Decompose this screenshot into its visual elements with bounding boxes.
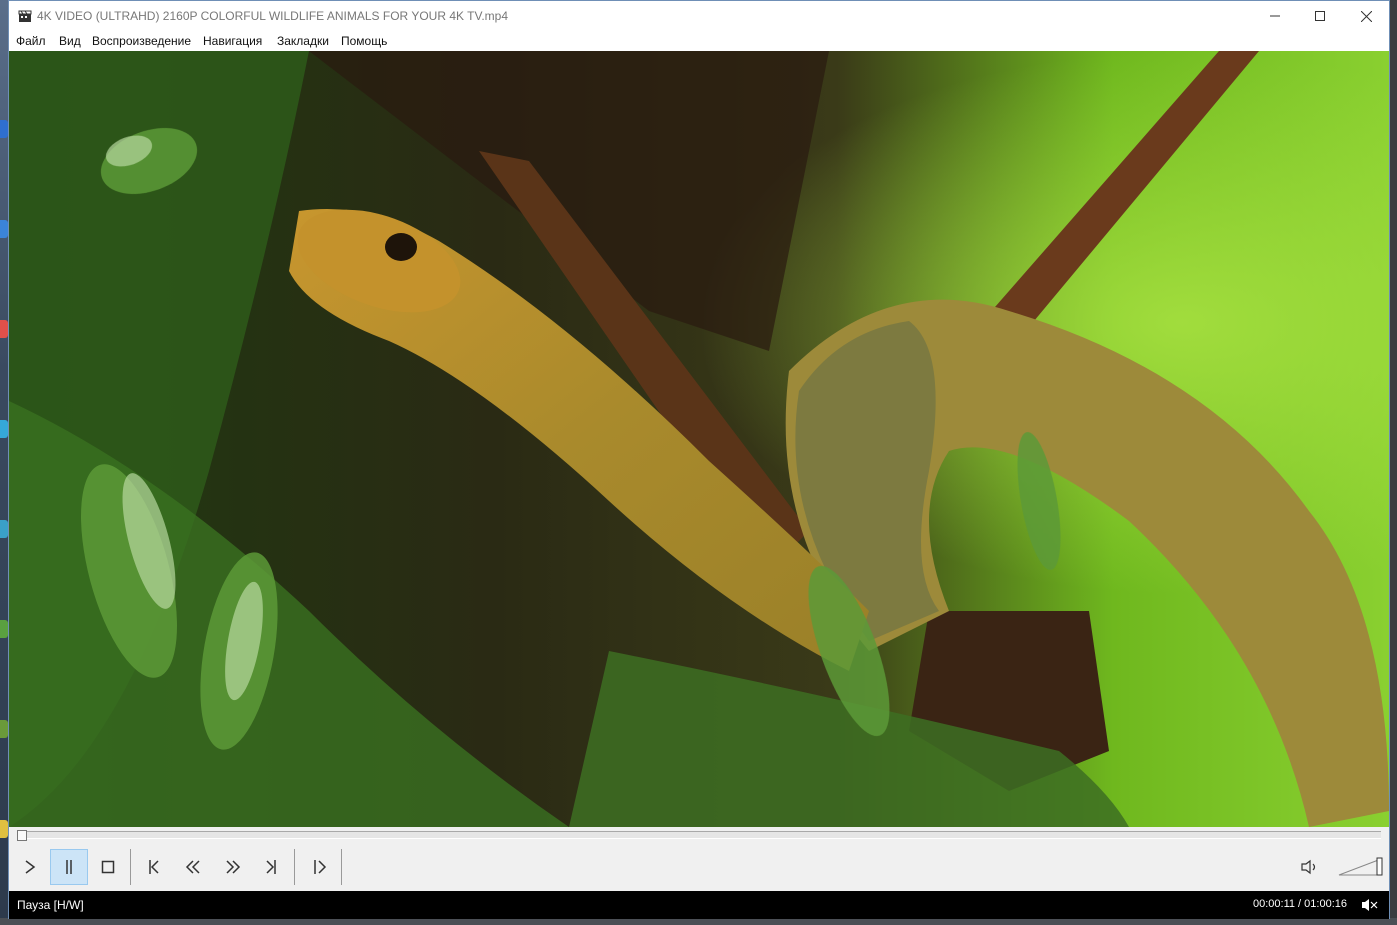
desktop-icon[interactable] bbox=[0, 420, 8, 438]
status-bar: Пауза [H/W] 00:00:11 / 01:00:16 bbox=[9, 891, 1389, 919]
desktop-icon[interactable] bbox=[0, 320, 8, 338]
menu-navigation[interactable]: Навигация bbox=[203, 34, 262, 48]
separator bbox=[294, 849, 295, 885]
menu-help[interactable]: Помощь bbox=[341, 34, 387, 48]
time-display: 00:00:11 / 01:00:16 bbox=[1253, 898, 1347, 910]
player-window: 4K VIDEO (ULTRAHD) 2160P COLORFUL WILDLI… bbox=[8, 0, 1390, 919]
desktop-icon[interactable] bbox=[0, 220, 8, 238]
minimize-button[interactable] bbox=[1252, 1, 1298, 31]
menu-view[interactable]: Вид bbox=[59, 34, 81, 48]
separator bbox=[341, 849, 342, 885]
desktop-icon[interactable] bbox=[0, 820, 8, 838]
desktop-icon[interactable] bbox=[0, 120, 8, 138]
stop-icon bbox=[101, 860, 115, 874]
skip-forward-icon bbox=[266, 860, 276, 874]
rewind-button[interactable] bbox=[174, 849, 212, 885]
maximize-button[interactable] bbox=[1297, 1, 1343, 31]
menu-bookmarks[interactable]: Закладки bbox=[277, 34, 329, 48]
taskbar-edge bbox=[0, 918, 1397, 925]
desktop-icon[interactable] bbox=[0, 620, 8, 638]
maximize-icon bbox=[1315, 11, 1325, 21]
previous-button[interactable] bbox=[135, 849, 173, 885]
video-frame bbox=[9, 51, 1389, 827]
volume-toggle[interactable] bbox=[1291, 849, 1329, 885]
clapperboard-icon bbox=[18, 10, 32, 22]
desktop-icon[interactable] bbox=[0, 720, 8, 738]
menu-file[interactable]: Файл bbox=[16, 34, 46, 48]
stop-button[interactable] bbox=[89, 849, 127, 885]
volume-slider[interactable] bbox=[1337, 857, 1383, 877]
volume-slider-track bbox=[1338, 857, 1383, 876]
minimize-icon bbox=[1270, 15, 1280, 17]
pause-button[interactable] bbox=[50, 849, 88, 885]
playback-state: Пауза [H/W] bbox=[17, 898, 84, 912]
rewind-icon bbox=[185, 860, 200, 874]
pause-icon bbox=[66, 860, 72, 874]
window-title: 4K VIDEO (ULTRAHD) 2160P COLORFUL WILDLI… bbox=[37, 9, 509, 23]
seek-thumb[interactable] bbox=[17, 830, 27, 841]
play-icon bbox=[25, 860, 36, 874]
skip-back-icon bbox=[149, 860, 159, 874]
mute-status-icon[interactable] bbox=[1359, 898, 1379, 912]
menu-playback[interactable]: Воспроизведение bbox=[92, 34, 191, 48]
next-button[interactable] bbox=[252, 849, 290, 885]
fast-forward-icon bbox=[226, 860, 241, 874]
video-area[interactable] bbox=[9, 51, 1389, 827]
close-button[interactable] bbox=[1343, 1, 1389, 31]
play-button[interactable] bbox=[11, 849, 49, 885]
fast-forward-button[interactable] bbox=[214, 849, 252, 885]
frame-step-button[interactable] bbox=[301, 849, 339, 885]
desktop-icon[interactable] bbox=[0, 520, 8, 538]
separator bbox=[130, 849, 131, 885]
speaker-icon bbox=[1301, 859, 1316, 875]
title-bar[interactable]: 4K VIDEO (ULTRAHD) 2160P COLORFUL WILDLI… bbox=[9, 1, 1389, 31]
menu-bar: Файл Вид Воспроизведение Навигация Закла… bbox=[9, 31, 1389, 51]
close-icon bbox=[1360, 10, 1372, 22]
frame-step-icon bbox=[314, 860, 327, 874]
control-panel bbox=[9, 827, 1389, 891]
seek-bar[interactable] bbox=[17, 830, 1381, 841]
